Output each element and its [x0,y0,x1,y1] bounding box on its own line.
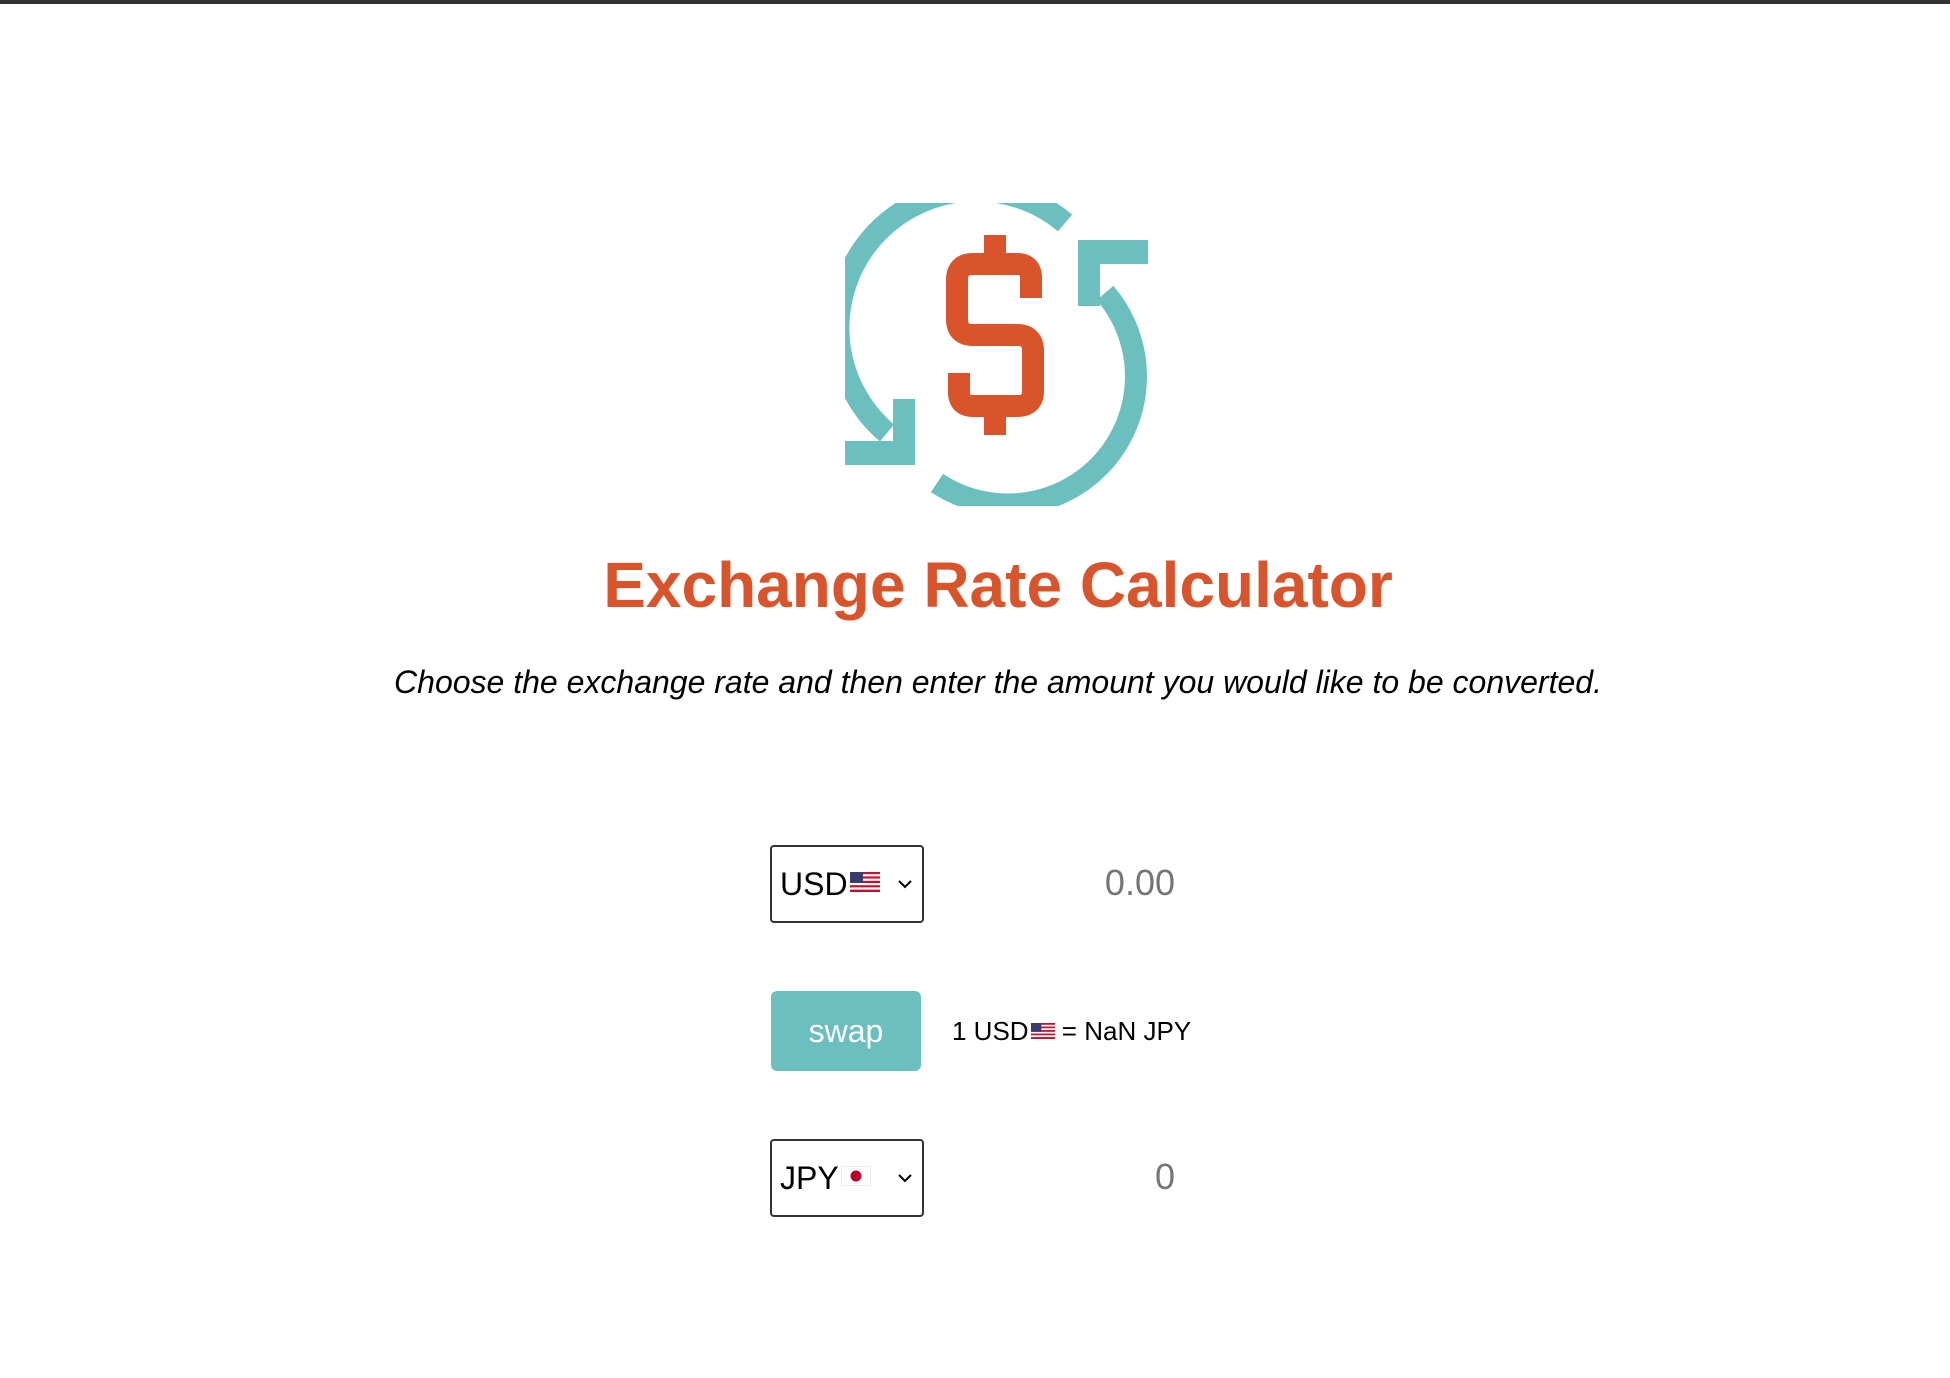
chevron-down-icon [898,1174,912,1183]
amount-two-input[interactable] [940,1147,1190,1207]
us-flag-icon [849,872,880,892]
rate-suffix: = NaN JPY [1054,1016,1192,1046]
jp-flag-icon [840,1166,871,1186]
swap-button[interactable]: swap [771,991,921,1071]
page-title: Exchange Rate Calculator [603,549,1393,621]
app-container: Exchange Rate Calculator Choose the exch… [0,0,1950,1378]
currency-one-code: USD [780,865,848,902]
window-top-border [0,0,1950,4]
amount-one-input[interactable] [940,853,1190,913]
page-subtitle: Choose the exchange rate and then enter … [394,664,1602,700]
currency-exchange-icon [845,203,1148,506]
exchange-rate-text: 1 USD = NaN JPY [952,1013,1252,1049]
currency-two-code: JPY [780,1159,839,1196]
chevron-down-icon [898,880,912,889]
currency-two-select[interactable]: JPY [770,1139,924,1217]
us-flag-icon [1030,1023,1055,1040]
rate-prefix: 1 USD [952,1016,1029,1046]
currency-one-select[interactable]: USD [770,845,924,923]
